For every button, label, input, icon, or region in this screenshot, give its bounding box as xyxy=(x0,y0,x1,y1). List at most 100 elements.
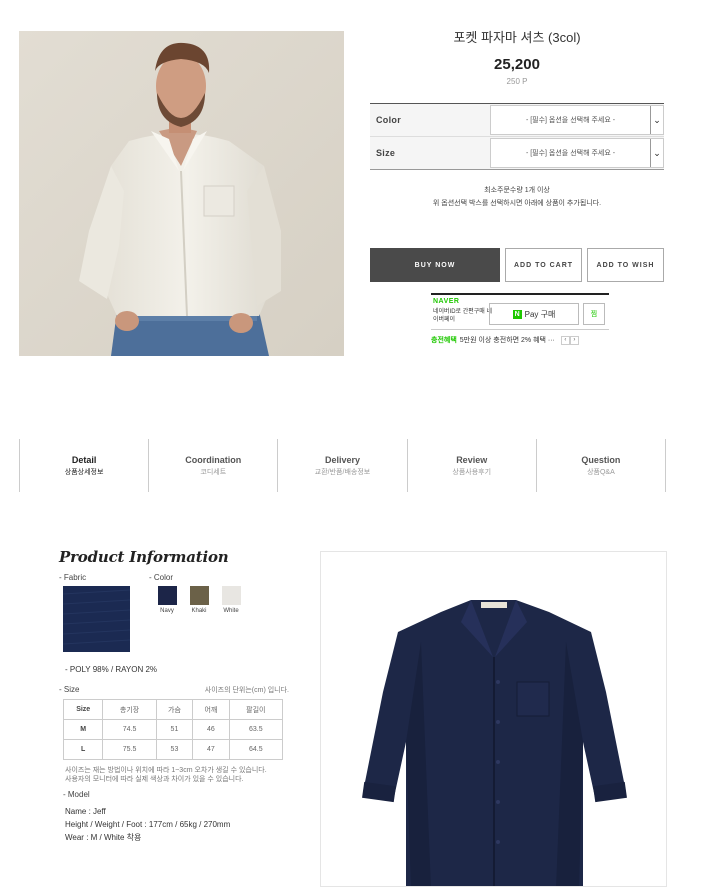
product-price: 25,200 xyxy=(494,56,540,73)
tab-sublabel: 상품상세정보 xyxy=(64,469,104,476)
product-info-panel: 포켓 파자마 셔츠 (3col) 25,200 250 P Color - [필… xyxy=(370,28,664,282)
naver-pay-button[interactable]: N Pay 구매 xyxy=(489,303,579,325)
swatch-name: Khaki xyxy=(191,608,207,614)
add-to-wish-button[interactable]: ADD TO WISH xyxy=(587,248,664,282)
color-select[interactable]: - [필수] 옵션을 선택해 주세요 - ⌄ xyxy=(490,105,664,135)
tab-sublabel: 상품Q&A xyxy=(587,469,615,476)
swatch-row: Navy Khaki White xyxy=(59,586,289,652)
product-main-image xyxy=(19,31,344,356)
size-col-header: 팔길이 xyxy=(228,699,284,720)
tab-label: Review xyxy=(456,455,488,465)
option-row-size: Size - [필수] 옵션을 선택해 주세요 - ⌄ xyxy=(370,137,664,170)
chevron-left-icon[interactable]: ‹ xyxy=(560,335,570,345)
table-row: L 75.5 53 47 64.5 xyxy=(62,739,284,760)
tab-label: Coordination xyxy=(185,455,242,465)
naver-pay-button-label: Pay 구매 xyxy=(524,309,556,319)
size-cell: 64.5 xyxy=(228,739,284,760)
min-order-text: 최소주문수량 1개 이상 xyxy=(484,187,550,194)
tab-delivery[interactable]: Delivery 교환/반품/배송정보 xyxy=(278,439,408,492)
option-label-color: Color xyxy=(376,115,401,125)
chevron-right-icon[interactable]: › xyxy=(569,335,579,345)
option-guide-text: 위 옵션선택 박스를 선택하시면 아래에 상품이 추가됩니다. xyxy=(432,200,602,207)
benefit-text: 5만원 이상 충전하면 2% 혜택 ··· xyxy=(459,337,555,344)
size-select-value: - [필수] 옵션을 선택해 주세요 - xyxy=(525,150,616,157)
naver-pay-desc: 네이버ID로 간편구매 네이버페이 xyxy=(433,309,493,323)
fabric-color-labels: - Fabric - Color xyxy=(59,573,289,582)
fabric-swatch xyxy=(63,586,130,652)
tab-review[interactable]: Review 상품사용후기 xyxy=(408,439,537,492)
size-cell: M xyxy=(62,719,104,740)
add-to-cart-button[interactable]: ADD TO CART xyxy=(505,248,582,282)
size-cell: 53 xyxy=(155,739,194,760)
option-table: Color - [필수] 옵션을 선택해 주세요 - ⌄ Size - [필수]… xyxy=(370,103,664,170)
option-row-color: Color - [필수] 옵션을 선택해 주세요 - ⌄ xyxy=(370,104,664,137)
product-information-heading: Product Information xyxy=(59,548,229,566)
naver-zzim-button[interactable]: 찜 xyxy=(583,303,605,325)
model-name: Name : Jeff xyxy=(65,807,106,816)
tab-label: Detail xyxy=(71,455,97,465)
size-cell: L xyxy=(62,739,104,760)
table-row: M 74.5 51 46 63.5 xyxy=(62,719,284,740)
product-title: 포켓 파자마 셔츠 (3col) xyxy=(453,30,581,45)
swatch-chip xyxy=(221,586,241,605)
size-notes: 사이즈는 재는 방법이나 위치에 따라 1~3cm 오차가 생길 수 있습니다.… xyxy=(65,766,289,784)
size-unit-note: 사이즈의 단위는(cm) 입니다. xyxy=(204,687,289,694)
model-body: Height / Weight / Foot : 177cm / 65kg / … xyxy=(65,820,231,829)
chevron-down-icon: ⌄ xyxy=(650,106,663,134)
size-cell: 47 xyxy=(192,739,230,760)
size-col-header: 총기장 xyxy=(102,699,157,720)
option-label-size: Size xyxy=(376,148,396,158)
size-cell: 74.5 xyxy=(102,719,157,740)
tab-question[interactable]: Question 상품Q&A xyxy=(537,439,667,492)
naver-benefit: 충전혜택 5만원 이상 충전하면 2% 혜택 ··· ‹ › xyxy=(431,334,609,346)
naver-pay-widget: NAVER 네이버ID로 간편구매 네이버페이 N Pay 구매 찜 충전혜택 … xyxy=(431,293,609,348)
product-detail-image xyxy=(320,551,667,887)
fabric-composition: - POLY 98% / RAYON 2% xyxy=(65,665,158,674)
tab-label: Question xyxy=(581,455,621,465)
swatch-name: Navy xyxy=(160,608,174,614)
naver-n-icon: N xyxy=(512,309,522,319)
size-select[interactable]: - [필수] 옵션을 선택해 주세요 - ⌄ xyxy=(490,138,664,168)
size-table-header: Size 총기장 가슴 어깨 팔길이 xyxy=(62,699,284,720)
model-wear: Wear : M / White 착용 xyxy=(65,833,142,842)
model-label: - Model xyxy=(63,790,90,799)
color-swatch-navy: Navy xyxy=(152,586,182,652)
size-cell: 63.5 xyxy=(228,719,284,740)
tab-detail[interactable]: Detail 상품상세정보 xyxy=(20,439,150,492)
swatch-name: White xyxy=(223,608,239,614)
color-swatch-white: White xyxy=(216,586,246,652)
size-label: - Size xyxy=(59,685,80,694)
size-cell: 51 xyxy=(155,719,194,740)
benefit-nav: ‹ › xyxy=(560,335,579,345)
order-notice: 최소주문수량 1개 이상 위 옵션선택 박스를 선택하시면 아래에 상품이 추가… xyxy=(370,184,664,210)
naver-logo: NAVER xyxy=(433,298,460,305)
tab-sublabel: 상품사용후기 xyxy=(452,469,492,476)
tab-coordination[interactable]: Coordination 코디세트 xyxy=(149,439,279,492)
color-select-value: - [필수] 옵션을 선택해 주세요 - xyxy=(525,117,616,124)
swatch-chip xyxy=(157,586,177,605)
size-cell: 46 xyxy=(192,719,230,740)
benefit-label: 충전혜택 xyxy=(431,337,457,344)
model-info: Name : Jeff Height / Weight / Foot : 177… xyxy=(65,805,289,844)
fabric-label: - Fabric xyxy=(59,573,87,582)
size-header: - Size 사이즈의 단위는(cm) 입니다. xyxy=(59,685,289,695)
action-buttons: BUY NOW ADD TO CART ADD TO WISH xyxy=(370,248,664,282)
detail-tabs: Detail 상품상세정보 Coordination 코디세트 Delivery… xyxy=(19,439,667,492)
color-label: - Color xyxy=(149,573,174,582)
swatch-chip xyxy=(189,586,209,605)
tab-sublabel: 교환/반품/배송정보 xyxy=(314,469,371,476)
size-col-header: 어깨 xyxy=(192,699,230,720)
color-swatches: Navy Khaki White xyxy=(152,586,248,652)
size-note: 사용자의 모니터에 따라 실제 색상과 차이가 있을 수 있습니다. xyxy=(65,776,244,783)
color-swatch-khaki: Khaki xyxy=(184,586,214,652)
naver-pay-box: NAVER 네이버ID로 간편구매 네이버페이 N Pay 구매 찜 xyxy=(431,293,609,330)
size-col-header: Size xyxy=(62,699,104,720)
size-table: Size 총기장 가슴 어깨 팔길이 M 74.5 51 46 63.5 L 7… xyxy=(62,699,284,760)
product-information: Product Information - Fabric - Color Nav… xyxy=(59,548,289,844)
tab-label: Delivery xyxy=(324,455,361,465)
chevron-down-icon: ⌄ xyxy=(650,139,663,167)
buy-now-button[interactable]: BUY NOW xyxy=(370,248,500,282)
tab-sublabel: 코디세트 xyxy=(200,469,227,476)
product-points: 250 P xyxy=(506,77,528,86)
size-note: 사이즈는 재는 방법이나 위치에 따라 1~3cm 오차가 생길 수 있습니다. xyxy=(65,767,267,774)
